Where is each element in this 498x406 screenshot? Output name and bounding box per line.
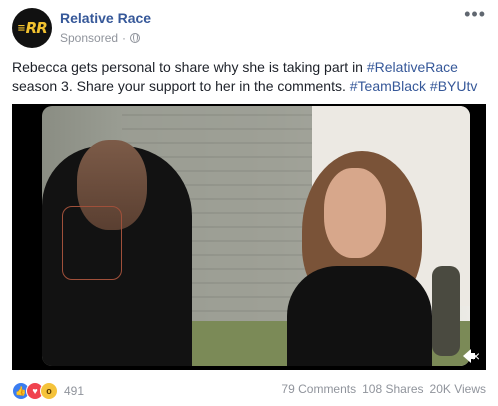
reactions-summary[interactable]: 👍 ♥ o 491 [12,382,84,400]
post-text-part2: season 3. Share your support to her in t… [12,78,350,94]
post-header: ≡ RR Relative Race Sponsored · ••• [12,5,486,50]
woman-body [287,266,432,366]
video-player[interactable]: × [12,104,486,370]
speaker-icon [462,349,475,363]
comments-count[interactable]: 79 Comments [281,382,356,396]
wow-reaction-icon: o [40,382,58,400]
post-footer: 👍 ♥ o 491 79 Comments 108 Shares 20K Vie… [12,380,486,400]
post-text-part1: Rebecca gets personal to share why she i… [12,59,367,75]
woman-face [324,168,386,258]
bystander-figure [432,266,460,356]
hashtag-relativerace[interactable]: #RelativeRace [367,59,458,75]
sponsored-label[interactable]: Sponsored [60,31,118,45]
meta-separator: · [122,31,127,45]
film-frame-outline [62,206,122,280]
video-frame [42,106,470,366]
logo-stripes-icon: ≡ [17,22,25,34]
post-stats: 79 Comments 108 Shares 20K Views [281,382,486,396]
reaction-count[interactable]: 491 [64,384,84,398]
more-options-icon[interactable]: ••• [464,5,486,23]
post-meta: Sponsored · [60,31,141,45]
page-name-link[interactable]: Relative Race [60,10,151,26]
globe-icon[interactable] [130,33,141,43]
page-avatar[interactable]: ≡ RR [12,8,52,48]
hashtag-byutv[interactable]: #BYUtv [430,78,477,94]
hashtag-teamblack[interactable]: #TeamBlack [350,78,426,94]
mute-button[interactable]: × [462,348,480,364]
avatar-text: RR [25,19,48,37]
post-text: Rebecca gets personal to share why she i… [12,58,486,96]
views-count[interactable]: 20K Views [430,382,486,396]
shares-count[interactable]: 108 Shares [362,382,423,396]
